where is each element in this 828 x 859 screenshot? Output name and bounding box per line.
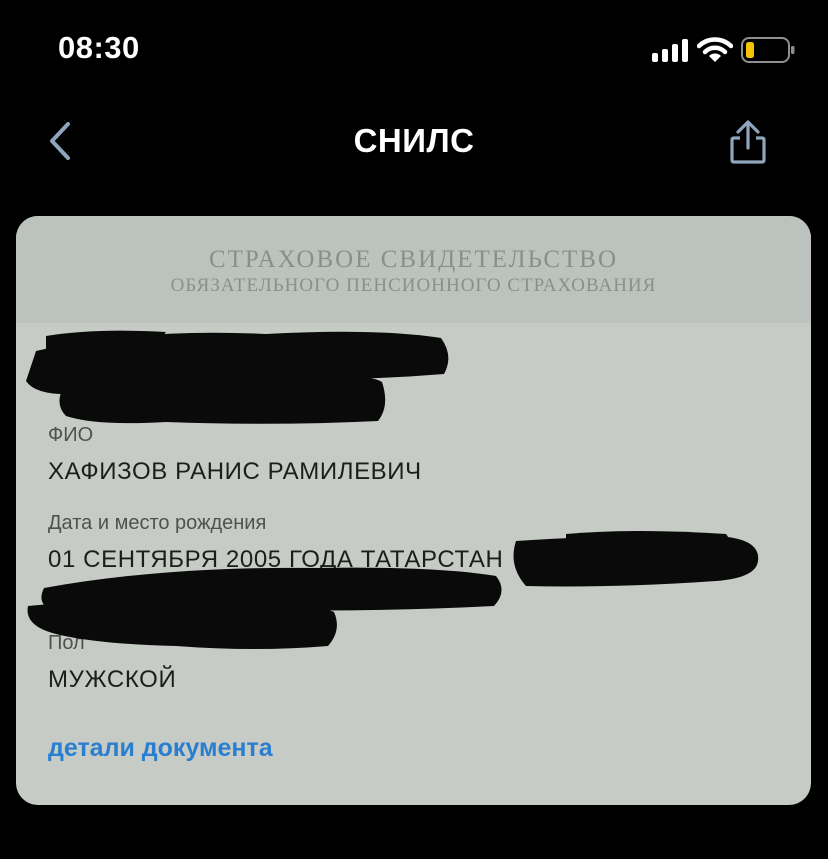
share-icon[interactable] <box>726 118 770 166</box>
field-value-fio: ХАФИЗОВ РАНИС РАМИЛЕВИЧ <box>48 458 422 485</box>
field-label-birth: Дата и место рождения <box>48 512 267 534</box>
card-header-subtitle: ОБЯЗАТЕЛЬНОГО ПЕНСИОННОГО СТРАХОВАНИЯ <box>170 275 657 296</box>
document-details-link[interactable]: детали документа <box>48 734 273 763</box>
page-title: СНИЛС <box>353 122 475 159</box>
battery-icon <box>741 37 795 63</box>
wifi-icon <box>696 36 734 64</box>
field-label-gender: Пол <box>48 632 85 654</box>
status-bar: 08:30 <box>0 0 828 100</box>
navigation-bar: СНИЛС <box>0 100 828 190</box>
status-time: 08:30 <box>58 30 140 65</box>
card-header: СТРАХОВОЕ СВИДЕТЕЛЬСТВО ОБЯЗАТЕЛЬНОГО ПЕ… <box>16 216 811 323</box>
field-label-fio: ФИО <box>48 424 94 446</box>
signal-icon <box>652 38 688 62</box>
card-header-title: СТРАХОВОЕ СВИДЕТЕЛЬСТВО <box>208 246 619 273</box>
field-value-birth: 01 СЕНТЯБРЯ 2005 ГОДА ТАТАРСТАН <box>48 546 504 573</box>
field-value-gender: МУЖСКОЙ <box>48 666 177 693</box>
snils-card: СТРАХОВОЕ СВИДЕТЕЛЬСТВО ОБЯЗАТЕЛЬНОГО ПЕ… <box>16 216 811 805</box>
